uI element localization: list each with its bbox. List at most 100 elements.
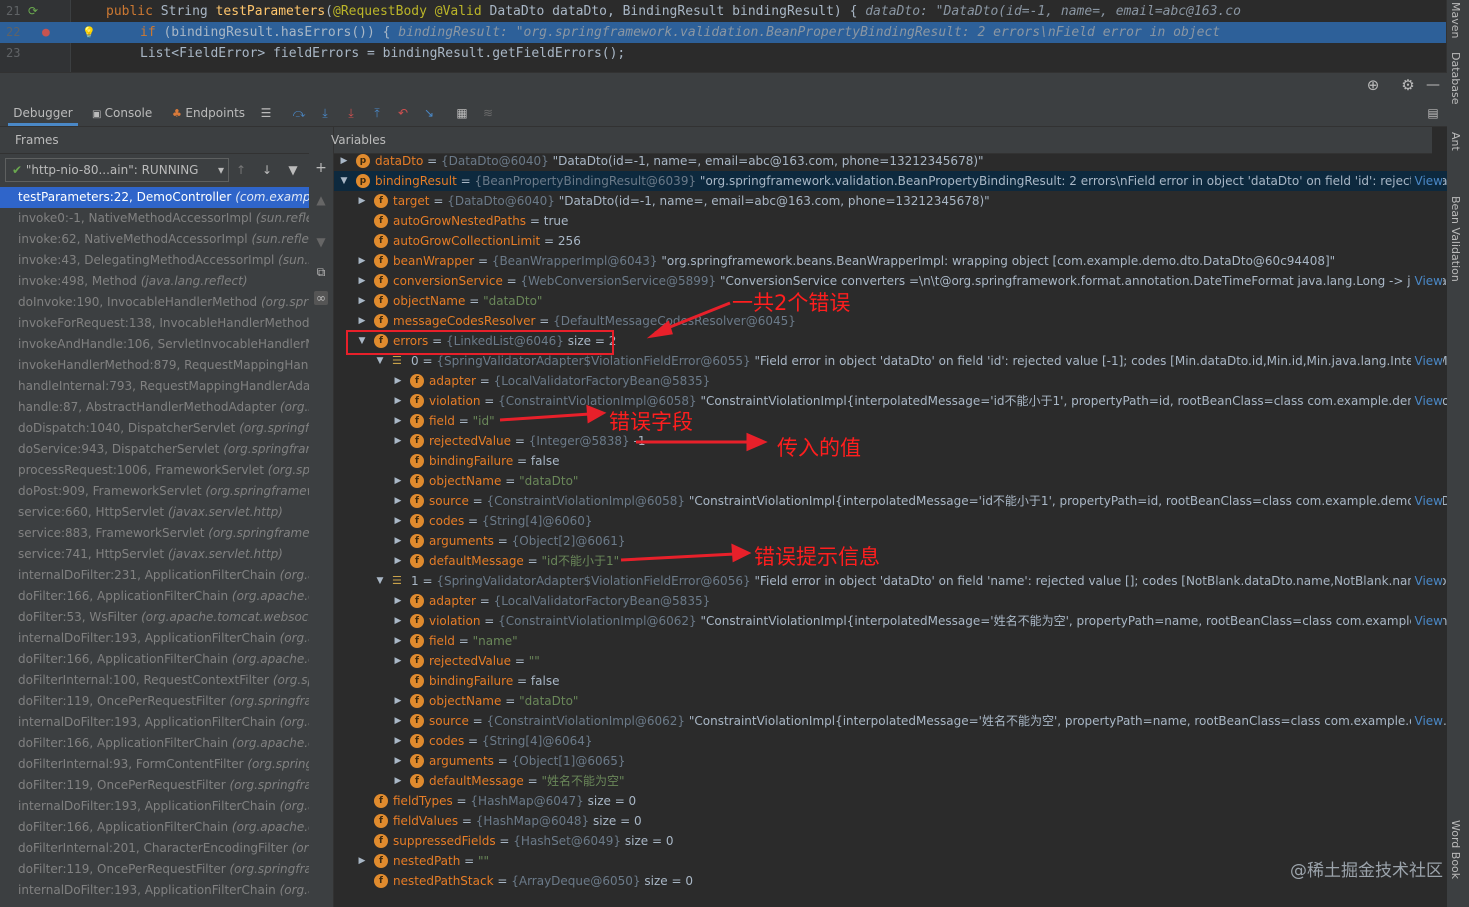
variable-row[interactable]: ▶ f rejectedValue = {Integer@5838} -1 [334,431,1447,451]
maven-tab[interactable]: Maven [1449,2,1462,38]
expand-arrow-icon[interactable]: ▶ [356,851,368,871]
lightbulb-icon[interactable]: 💡 [82,22,96,43]
variable-row[interactable]: ▶ f field = "name" [334,631,1447,651]
variable-row[interactable]: ▶ f defaultMessage = "id不能小于1" [334,551,1447,571]
thread-select[interactable]: ✔ "http-nio-80...ain": RUNNING ▾ [5,158,229,182]
database-tab[interactable]: Database [1449,52,1462,105]
frame-item[interactable]: handle:87, AbstractHandlerMethodAdapter … [0,397,309,418]
variable-row[interactable]: f bindingFailure = false [334,451,1447,471]
frame-item[interactable]: internalDoFilter:193, ApplicationFilterC… [0,796,309,817]
glasses-icon[interactable]: ∞ [314,291,328,305]
drop-frame-icon[interactable]: ↶ [396,106,410,120]
tab-endpoints[interactable]: ♣ Endpoints [172,100,245,126]
variable-row[interactable]: ▶ f objectName = "dataDto" [334,691,1447,711]
gear-icon[interactable]: ⚙ [1401,78,1415,93]
expand-arrow-icon[interactable]: ▶ [392,431,404,451]
bean-validation-tab[interactable]: Bean Validation [1449,196,1462,282]
scroll-down-icon[interactable]: ▼ [314,235,328,249]
expand-arrow-icon[interactable]: ▶ [392,391,404,411]
expand-arrow-icon[interactable]: ▶ [392,611,404,631]
copy-icon[interactable]: ⧉ [314,265,328,279]
evaluate-icon[interactable]: ▦ [455,106,469,120]
frame-item[interactable]: doInvoke:190, InvocableHandlerMethod (or… [0,292,309,313]
add-icon[interactable]: + [314,161,328,175]
frame-item[interactable]: doFilterInternal:100, RequestContextFilt… [0,670,309,691]
frame-item[interactable]: service:660, HttpServlet (javax.servlet.… [0,502,309,523]
expand-arrow-icon[interactable]: ▶ [392,511,404,531]
tab-console[interactable]: ▣ Console [92,100,152,126]
override-icon[interactable]: ⟳ [28,1,38,22]
breakpoint-icon[interactable]: ● [42,22,50,43]
ant-tab[interactable]: Ant [1449,132,1462,151]
variable-row[interactable]: f nestedPathStack = {ArrayDeque@6050} siz… [334,871,1447,891]
collapse-arrow-icon[interactable]: ▼ [338,171,350,191]
variable-row[interactable]: ▼ ☰ 1 = {SpringValidatorAdapter$ViolationF… [334,571,1447,591]
expand-arrow-icon[interactable]: ▶ [392,551,404,571]
frame-item[interactable]: invokeHandlerMethod:879, RequestMappingH… [0,355,309,376]
variable-row[interactable]: ▶ f conversionService = {WebConversionServ… [334,271,1447,291]
frame-item[interactable]: doPost:909, FrameworkServlet (org.spring… [0,481,309,502]
frame-item[interactable]: invoke:498, Method (java.lang.reflect) [0,271,309,292]
expand-arrow-icon[interactable]: ▶ [356,291,368,311]
expand-arrow-icon[interactable]: ▶ [392,491,404,511]
frame-item[interactable]: doFilterInternal:201, CharacterEncodingF… [0,838,309,859]
expand-arrow-icon[interactable]: ▶ [356,191,368,211]
variable-row[interactable]: ▶ f arguments = {Object[2]@6061} [334,531,1447,551]
frame-item[interactable]: internalDoFilter:193, ApplicationFilterC… [0,712,309,733]
frame-item[interactable]: doFilter:119, OncePerRequestFilter (org.… [0,691,309,712]
view-link[interactable]: View [1410,271,1443,291]
collapse-arrow-icon[interactable]: ▼ [374,571,386,591]
expand-arrow-icon[interactable]: ▶ [392,471,404,491]
view-link[interactable]: View [1410,391,1443,411]
expand-arrow-icon[interactable]: ▶ [392,751,404,771]
frame-item[interactable]: processRequest:1006, FrameworkServlet (o… [0,460,309,481]
variable-row[interactable]: f autoGrowCollectionLimit = 256 [334,231,1447,251]
expand-arrow-icon[interactable]: ▶ [392,711,404,731]
frame-item[interactable]: doFilter:166, ApplicationFilterChain (or… [0,733,309,754]
run-to-cursor-icon[interactable]: ↘ [422,106,436,120]
variable-row[interactable]: ▶ f adapter = {LocalValidatorFactoryBean@5… [334,371,1447,391]
frame-item[interactable]: doFilter:119, OncePerRequestFilter (org.… [0,859,309,880]
expand-arrow-icon[interactable]: ▶ [356,271,368,291]
down-arrow-icon[interactable]: ↓ [260,163,274,177]
variable-row[interactable]: ▶ f nestedPath = "" [334,851,1447,871]
frame-item[interactable]: internalDoFilter:193, ApplicationFilterC… [0,880,309,901]
frame-item[interactable]: doFilter:119, OncePerRequestFilter (org.… [0,775,309,796]
variable-row[interactable]: ▶ f objectName = "dataDto" [334,291,1447,311]
frame-item[interactable]: invokeAndHandle:106, ServletInvocableHan… [0,334,309,355]
frame-item[interactable]: doFilterInternal:93, FormContentFilter (… [0,754,309,775]
variable-row[interactable]: ▶ f beanWrapper = {BeanWrapperImpl@6043} "… [334,251,1447,271]
expand-arrow-icon[interactable]: ▶ [338,151,350,171]
expand-arrow-icon[interactable]: ▶ [392,771,404,791]
force-step-into-icon[interactable]: ⤓ [344,106,358,120]
variable-row[interactable]: f bindingFailure = false [334,671,1447,691]
expand-arrow-icon[interactable]: ▶ [392,591,404,611]
scroll-up-icon[interactable]: ▲ [314,193,328,207]
variable-row[interactable]: ▶ f codes = {String[4]@6064} [334,731,1447,751]
frame-item[interactable]: invoke:43, DelegatingMethodAccessorImpl … [0,250,309,271]
expand-arrow-icon[interactable]: ▶ [392,411,404,431]
view-link[interactable]: View [1410,571,1443,591]
menu-icon[interactable]: ☰ [259,106,273,120]
step-into-icon[interactable]: ⤓ [318,106,332,120]
variable-row[interactable]: ▶ f codes = {String[4]@6060} [334,511,1447,531]
frame-item[interactable]: invoke:62, NativeMethodAccessorImpl (sun… [0,229,309,250]
expand-arrow-icon[interactable]: ▶ [356,251,368,271]
frame-item[interactable]: testParameters:22, DemoController (com.e… [0,187,309,208]
code-line[interactable]: 23 List<FieldError> fieldErrors = bindin… [0,43,1447,64]
frame-item[interactable]: internalDoFilter:193, ApplicationFilterC… [0,628,309,649]
code-line[interactable]: 21 ⟳ public String testParameters(@Request… [0,1,1447,22]
variable-row[interactable]: ▼ p bindingResult = {BeanPropertyBindingRe… [334,171,1447,191]
variable-row[interactable]: f autoGrowNestedPaths = true [334,211,1447,231]
minimize-icon[interactable]: — [1426,78,1440,92]
layout-icon[interactable]: ▤ [1426,106,1440,120]
variable-row[interactable]: f fieldTypes = {HashMap@6047} size = 0 [334,791,1447,811]
variable-row[interactable]: ▶ f source = {ConstraintViolationImpl@6058… [334,491,1447,511]
frame-item[interactable]: service:883, FrameworkServlet (org.sprin… [0,523,309,544]
view-link[interactable]: View [1410,351,1443,371]
globe-icon[interactable]: ⊕ [1366,78,1380,93]
variable-row[interactable]: ▶ f violation = {ConstraintViolationImpl@6… [334,391,1447,411]
variable-row[interactable]: ▶ f violation = {ConstraintViolationImpl@6… [334,611,1447,631]
frame-item[interactable]: invoke0:-1, NativeMethodAccessorImpl (su… [0,208,309,229]
frame-item[interactable]: doFilter:166, ApplicationFilterChain (or… [0,649,309,670]
